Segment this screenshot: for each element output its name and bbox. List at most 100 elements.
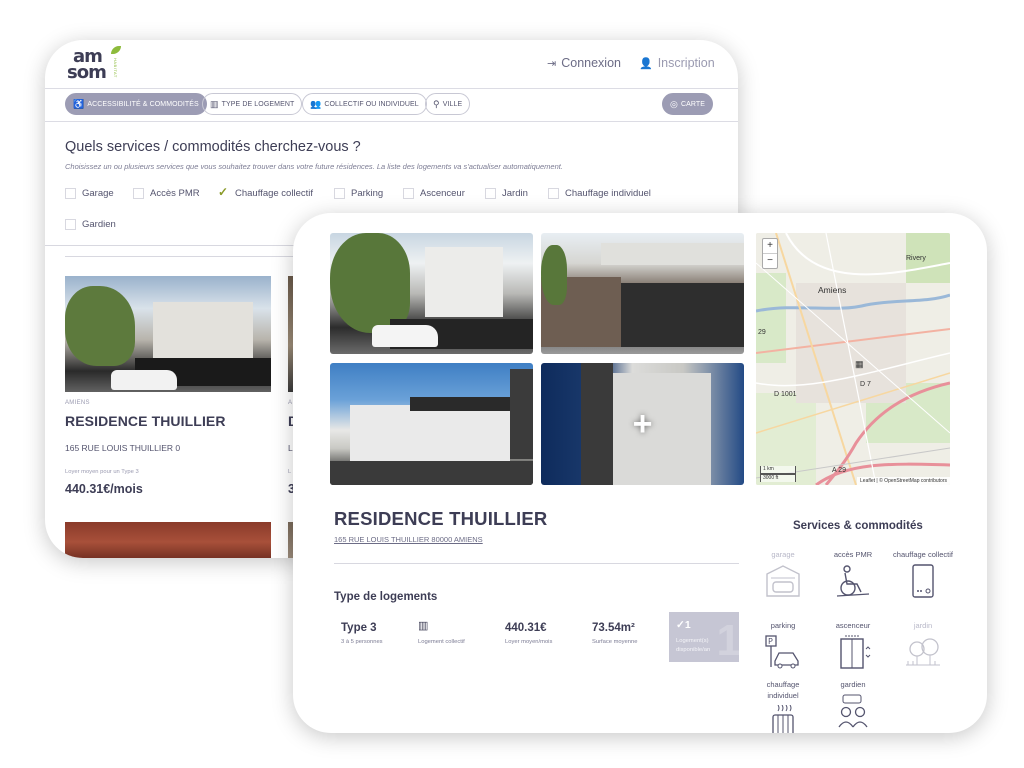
listing-photo[interactable]	[65, 276, 271, 392]
map-label-d1001: D 1001	[774, 391, 797, 398]
service-label: accès PMR	[833, 550, 873, 559]
filter-label: Ville	[442, 100, 463, 108]
map-attribution[interactable]: Leaflet | © OpenStreetMap contributors	[857, 477, 950, 485]
housing-rent: 440.31€	[505, 622, 547, 634]
map-label-rivery: Rivery	[906, 255, 926, 262]
service-parking: parking P	[751, 620, 815, 669]
svg-text:P: P	[768, 637, 773, 646]
residence-photo-3[interactable]	[330, 363, 533, 485]
availability-ghost-digit: 1	[716, 616, 739, 662]
filter-label: Collectif ou individuel	[324, 100, 419, 108]
residence-address-link[interactable]: 165 RUE LOUIS THUILLIER 80000 AMIENS	[334, 535, 483, 544]
availability-badge: 1 ✓1 Logement(s) disponible/an	[669, 612, 739, 662]
availability-label: Logement(s) disponible/an	[676, 637, 710, 655]
service-label: parking	[770, 621, 796, 630]
filter-collective[interactable]: 👥 Collectif ou individuel	[302, 93, 427, 115]
checkbox[interactable]	[133, 188, 144, 199]
option-label: Accès PMR	[150, 188, 200, 199]
checkbox[interactable]	[403, 188, 414, 199]
residence-photo-2[interactable]	[541, 233, 744, 354]
map-pin-icon: ⚲	[433, 98, 440, 109]
checkbox[interactable]	[485, 188, 496, 199]
services-heading: Services & commodités	[793, 520, 923, 532]
service-label: chauffage individuel	[766, 680, 800, 700]
option-parking[interactable]: Parking	[334, 188, 383, 199]
location-map[interactable]: + − Amiens Rivery D 7 D 1001 A 29 29 ▦ 1…	[756, 233, 950, 485]
housing-surface-label: Surface moyenne	[592, 639, 638, 645]
more-photos-plus-icon[interactable]: +	[541, 363, 744, 485]
housing-type-name: Type 3	[341, 622, 377, 634]
filter-accessibility[interactable]: ♿ Accessibilité & commodités	[65, 93, 207, 115]
availability-label-line1: Logement(s)	[676, 638, 709, 644]
check-icon: ✓	[676, 619, 685, 631]
scale-ft: 3000 ft	[760, 474, 796, 482]
services-instructions: Choisissez un ou plusieurs services que …	[65, 162, 563, 171]
option-individual-heating[interactable]: Chauffage individuel	[548, 188, 651, 199]
listing-name[interactable]: RESIDENCE THUILLIER	[65, 413, 226, 429]
option-collective-heating[interactable]: Chauffage collectif	[218, 185, 313, 199]
option-caretaker[interactable]: Gardien	[65, 219, 116, 230]
residence-title: RESIDENCE THUILLIER	[334, 508, 548, 529]
option-label: Parking	[351, 188, 384, 199]
checkbox[interactable]	[65, 219, 76, 230]
services-question: Quels services / commodités cherchez-vou…	[65, 139, 361, 155]
logo-text-som: som	[67, 62, 107, 83]
listing-photo[interactable]	[65, 522, 271, 558]
login-icon: ⇥	[547, 57, 557, 70]
logo-text-habitat: HABITAT	[113, 58, 118, 78]
option-pmr[interactable]: Accès PMR	[133, 188, 200, 199]
map-zoom-control: + −	[762, 238, 778, 269]
amsom-logo[interactable]: am som HABITAT	[67, 46, 127, 86]
zoom-in-button[interactable]: +	[763, 239, 777, 254]
garage-icon	[765, 564, 801, 598]
option-garden[interactable]: Jardin	[485, 188, 528, 199]
login-link[interactable]: ⇥ Connexion	[547, 56, 621, 70]
filter-city[interactable]: ⚲ Ville	[425, 93, 471, 115]
service-garden: jardin	[891, 620, 955, 669]
map-toggle-button[interactable]: ◎ Carte	[662, 93, 714, 115]
service-garage: garage	[751, 549, 815, 598]
residence-marker-icon[interactable]: ▦	[855, 359, 864, 370]
option-elevator[interactable]: Ascenceur	[403, 188, 465, 199]
listing-city: AMIENS	[65, 400, 90, 406]
map-label-a29: A 29	[832, 467, 847, 474]
service-label: chauffage collectif	[893, 550, 953, 559]
checkbox[interactable]	[334, 188, 345, 199]
availability-count: ✓1	[676, 619, 691, 631]
building-icon: ▥	[418, 620, 429, 632]
service-label: ascenceur	[835, 621, 871, 630]
option-label: Gardien	[82, 219, 116, 230]
map-label-amiens: Amiens	[818, 285, 847, 295]
section-divider	[65, 256, 295, 257]
residence-photo-more[interactable]: +	[541, 363, 744, 485]
signup-link[interactable]: 👤 Inscription	[639, 56, 715, 70]
housing-types-heading: Type de logements	[334, 591, 438, 603]
checkbox[interactable]	[548, 188, 559, 199]
wheelchair-icon	[835, 564, 871, 598]
map-button-label: Carte	[680, 100, 706, 108]
option-garage[interactable]: Garage	[65, 188, 114, 199]
service-label: jardin	[913, 621, 933, 630]
filter-label: Type de logement	[221, 100, 295, 108]
service-elevator: ascenceur	[821, 620, 885, 669]
boiler-icon	[905, 564, 941, 598]
residence-photo-1[interactable]	[330, 233, 533, 354]
user-icon: 👤	[639, 57, 653, 70]
checkbox-checked[interactable]	[218, 185, 229, 199]
option-label: Chauffage individuel	[565, 188, 651, 199]
service-label: garage	[771, 550, 795, 559]
section-divider	[334, 563, 739, 564]
filter-housing-type[interactable]: ▥ Type de logement	[202, 93, 303, 115]
housing-type-persons: 3 à 5 personnes	[341, 639, 383, 645]
zoom-out-button[interactable]: −	[763, 254, 777, 268]
parking-icon: P	[765, 635, 801, 669]
option-label: Chauffage collectif	[235, 188, 313, 199]
signup-label: Inscription	[657, 56, 715, 70]
leaf-icon	[111, 46, 121, 54]
filter-label: Accessibilité & commodités	[87, 100, 199, 108]
checkbox[interactable]	[65, 188, 76, 199]
map-label-d7: D 7	[860, 381, 871, 388]
elevator-icon	[835, 635, 871, 669]
scale-km: 1 km	[760, 466, 796, 474]
listing-address: 165 RUE LOUIS THUILLIER 0	[65, 443, 181, 453]
